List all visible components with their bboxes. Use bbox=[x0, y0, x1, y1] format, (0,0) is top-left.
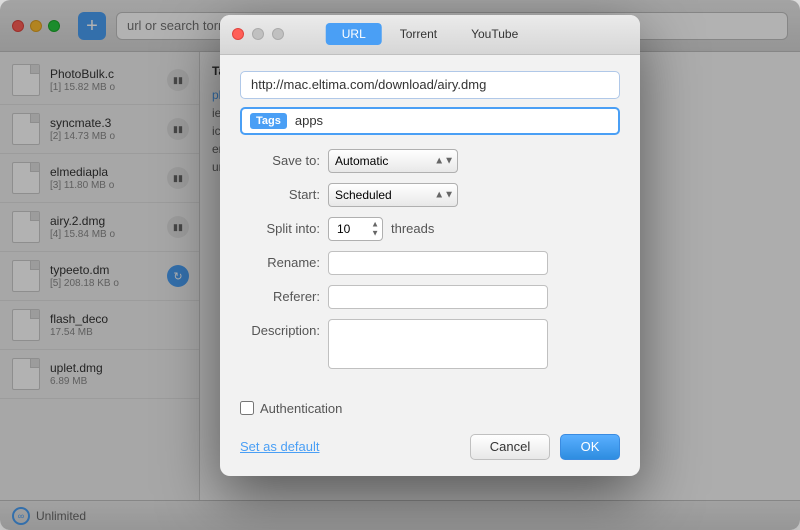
modal-minimize-button[interactable] bbox=[252, 28, 264, 40]
start-select[interactable]: Scheduled Immediately Manually bbox=[328, 183, 458, 207]
split-input[interactable] bbox=[328, 217, 383, 241]
referer-row: Referer: bbox=[240, 285, 620, 309]
referer-input[interactable] bbox=[328, 285, 548, 309]
app-window: + PhotoBulk.c [1] 15.82 MB o ▮▮ bbox=[0, 0, 800, 530]
rename-label: Rename: bbox=[240, 255, 320, 270]
set-default-link[interactable]: Set as default bbox=[240, 439, 320, 454]
save-to-select[interactable]: Automatic Desktop Downloads Documents bbox=[328, 149, 458, 173]
split-row: Split into: ▲ ▼ threads bbox=[240, 217, 620, 241]
description-input[interactable] bbox=[328, 319, 548, 369]
rename-row: Rename: bbox=[240, 251, 620, 275]
authentication-checkbox[interactable] bbox=[240, 401, 254, 415]
tab-url[interactable]: URL bbox=[326, 23, 382, 45]
split-label: Split into: bbox=[240, 221, 320, 236]
tags-badge: Tags bbox=[250, 113, 287, 129]
ok-button[interactable]: OK bbox=[560, 434, 620, 460]
tags-row: Tags apps bbox=[240, 107, 620, 135]
modal-footer: Set as default Cancel OK bbox=[220, 426, 640, 476]
auth-row: Authentication bbox=[220, 401, 640, 416]
referer-label: Referer: bbox=[240, 289, 320, 304]
footer-buttons: Cancel OK bbox=[470, 434, 620, 460]
tab-youtube[interactable]: YouTube bbox=[455, 23, 534, 45]
description-label: Description: bbox=[240, 323, 320, 338]
save-to-label: Save to: bbox=[240, 153, 320, 168]
description-row: Description: bbox=[240, 319, 620, 369]
modal-tabs: URL Torrent YouTube bbox=[326, 23, 535, 45]
url-input[interactable] bbox=[240, 71, 620, 99]
save-to-select-wrapper: Automatic Desktop Downloads Documents ▲▼ bbox=[328, 149, 458, 173]
modal-maximize-button[interactable] bbox=[272, 28, 284, 40]
cancel-button[interactable]: Cancel bbox=[470, 434, 550, 460]
tab-torrent[interactable]: Torrent bbox=[384, 23, 453, 45]
modal-titlebar: URL Torrent YouTube bbox=[220, 15, 640, 55]
modal-close-button[interactable] bbox=[232, 28, 244, 40]
modal-dialog: URL Torrent YouTube Tags apps Save to: bbox=[220, 15, 640, 476]
modal-body: Tags apps Save to: Automatic Desktop Dow… bbox=[220, 55, 640, 395]
save-to-row: Save to: Automatic Desktop Downloads Doc… bbox=[240, 149, 620, 173]
start-label: Start: bbox=[240, 187, 320, 202]
start-select-wrapper: Scheduled Immediately Manually ▲▼ bbox=[328, 183, 458, 207]
threads-label: threads bbox=[391, 221, 434, 236]
tags-value: apps bbox=[295, 113, 323, 128]
rename-input[interactable] bbox=[328, 251, 548, 275]
start-row: Start: Scheduled Immediately Manually ▲▼ bbox=[240, 183, 620, 207]
modal-overlay: URL Torrent YouTube Tags apps Save to: bbox=[0, 0, 800, 530]
split-input-wrapper: ▲ ▼ bbox=[328, 217, 383, 241]
authentication-label: Authentication bbox=[260, 401, 342, 416]
